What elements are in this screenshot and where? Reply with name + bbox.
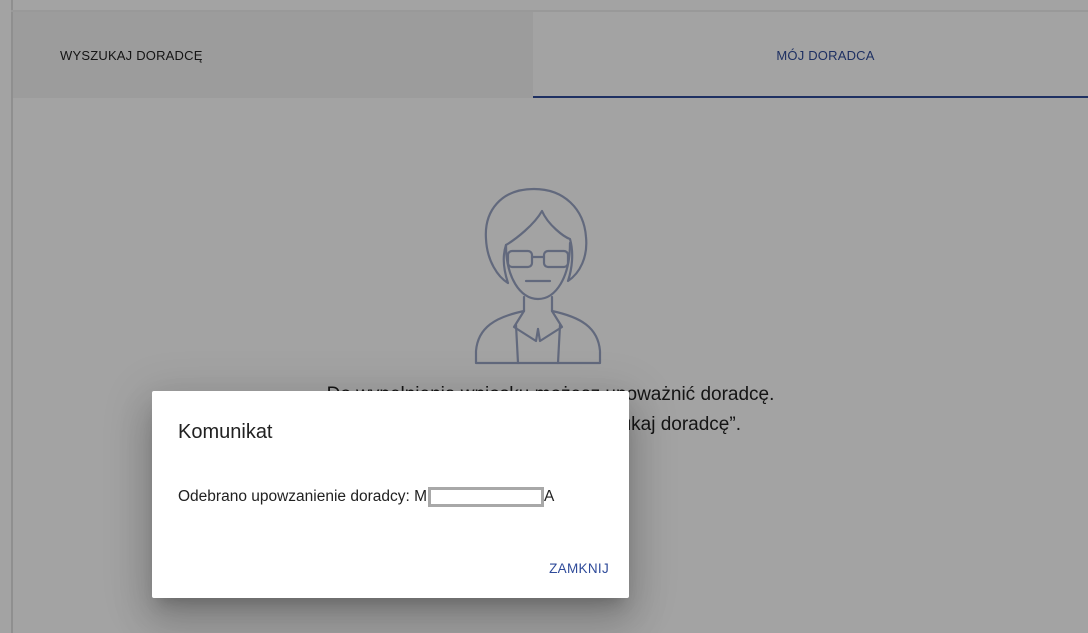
redacted-name-box bbox=[428, 487, 545, 507]
dialog-title: Komunikat bbox=[178, 421, 273, 443]
dialog-message: Odebrano upowzanienie doradcy: M A bbox=[178, 487, 554, 507]
message-dialog: Komunikat Odebrano upowzanienie doradcy:… bbox=[152, 391, 629, 598]
close-button[interactable]: ZAMKNIJ bbox=[545, 557, 613, 580]
dialog-message-prefix: Odebrano upowzanienie doradcy: M bbox=[178, 488, 428, 505]
dialog-message-suffix: A bbox=[544, 488, 555, 505]
